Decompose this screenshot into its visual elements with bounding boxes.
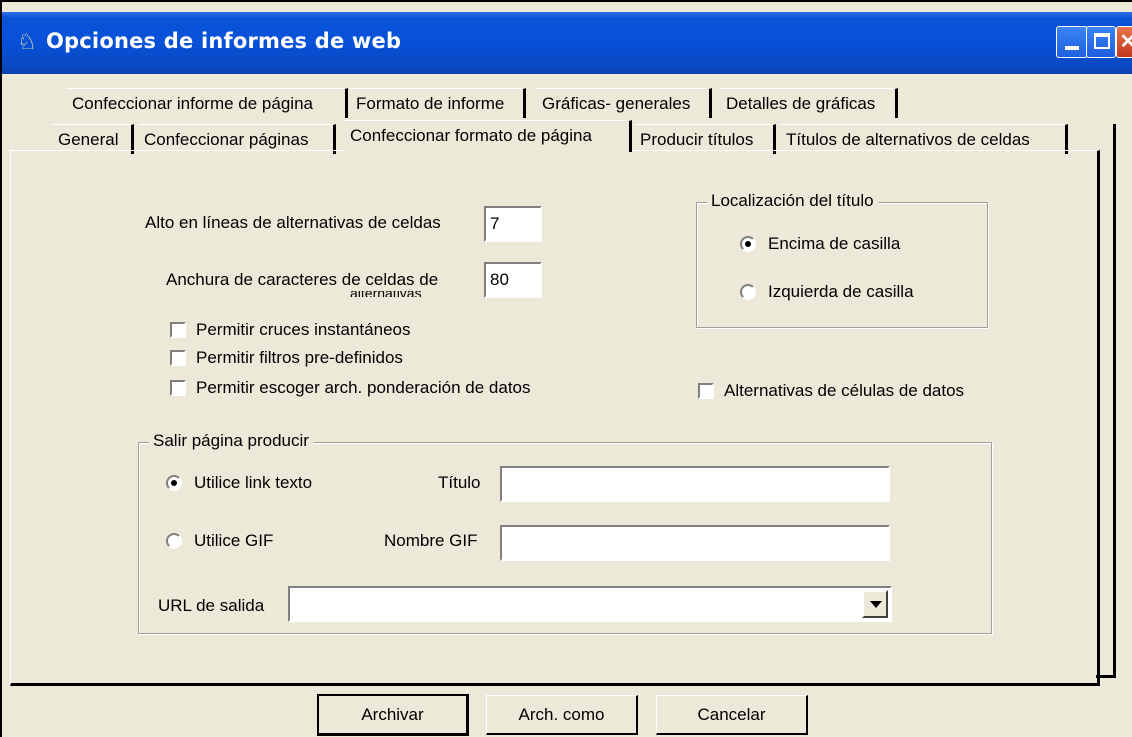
gif-name-label: Nombre GIF [384, 531, 478, 550]
tab-label: Confeccionar formato de página [350, 126, 592, 145]
allow-crosstabs-checkbox[interactable] [170, 322, 186, 338]
allow-filters-checkbox[interactable] [170, 350, 186, 366]
tab-label: Títulos de alternativos de celdas [786, 130, 1030, 149]
save-button[interactable]: Archivar [317, 694, 469, 736]
maximize-icon [1094, 33, 1110, 49]
title-location-legend: Localización del título [707, 191, 878, 211]
title-left-radio[interactable] [740, 284, 756, 300]
tab-label: Producir títulos [640, 130, 754, 149]
tab-label: Gráficas- generales [542, 94, 691, 113]
gif-name-input[interactable] [500, 525, 890, 561]
close-button[interactable]: ✕ [1116, 26, 1132, 58]
height-lines-value: 7 [490, 214, 500, 233]
title-field-input[interactable] [500, 466, 890, 502]
maximize-button[interactable] [1086, 26, 1116, 58]
title-above-radio[interactable] [740, 236, 756, 252]
close-icon: ✕ [1119, 31, 1132, 53]
cancel-button[interactable]: Cancelar [656, 695, 808, 735]
app-figure-icon: ♘ [17, 29, 37, 54]
use-gif-radio[interactable] [166, 533, 182, 549]
window-title: Opciones de informes de web [46, 29, 402, 53]
chevron-down-icon[interactable] [862, 590, 888, 618]
data-cell-alternatives-checkbox[interactable] [698, 383, 714, 399]
cancel-button-label: Cancelar [697, 705, 766, 724]
height-lines-label: Alto en líneas de alternativas de celdas [145, 213, 441, 232]
title-bar: ♘ Opciones de informes de web ✕ [2, 12, 1132, 74]
width-chars-label: Anchura de caracteres de celdas de [166, 270, 439, 289]
allow-weighting-label: Permitir escoger arch. ponderación de da… [196, 378, 531, 397]
width-chars-label-cut: alternativas [350, 291, 422, 297]
tab-graficas-generales[interactable]: Gráficas- generales [536, 88, 712, 118]
url-select[interactable] [288, 586, 892, 622]
width-chars-input[interactable]: 80 [484, 262, 542, 298]
tab-formato-informe[interactable]: Formato de informe [350, 88, 526, 118]
title-left-label: Izquierda de casilla [768, 282, 914, 301]
minimize-icon [1065, 46, 1079, 50]
tab-label: Detalles de gráficas [726, 94, 876, 113]
allow-crosstabs-label: Permitir cruces instantáneos [196, 320, 411, 339]
save-button-label: Archivar [361, 705, 424, 724]
save-as-button[interactable]: Arch. como [486, 695, 638, 735]
allow-filters-label: Permitir filtros pre-definidos [196, 348, 403, 367]
save-as-button-label: Arch. como [518, 705, 605, 724]
tab-label: Confeccionar páginas [144, 130, 309, 149]
data-cell-alternatives-label: Alternativas de células de datos [724, 381, 965, 400]
use-text-link-radio[interactable] [166, 475, 182, 491]
use-text-link-label: Utilice link texto [194, 473, 313, 492]
url-label: URL de salida [158, 596, 265, 615]
tab-label: Formato de informe [356, 94, 505, 113]
exit-page-legend: Salir página producir [149, 431, 313, 451]
use-gif-label: Utilice GIF [194, 531, 274, 550]
height-lines-input[interactable]: 7 [484, 206, 542, 242]
minimize-button[interactable] [1056, 26, 1088, 58]
tab-detalles-graficas[interactable]: Detalles de gráficas [720, 88, 898, 118]
allow-weighting-checkbox[interactable] [170, 380, 186, 396]
title-location-group: Localización del título [696, 191, 988, 328]
tab-label: General [58, 130, 119, 149]
tab-label: Confeccionar informe de página [72, 94, 313, 113]
tab-confeccionar-formato-pagina[interactable]: Confeccionar formato de página [344, 120, 632, 152]
tab-confeccionar-informe[interactable]: Confeccionar informe de página [66, 88, 348, 118]
title-field-label: Título [438, 473, 481, 492]
title-above-label: Encima de casilla [768, 234, 901, 253]
width-chars-value: 80 [490, 270, 509, 289]
